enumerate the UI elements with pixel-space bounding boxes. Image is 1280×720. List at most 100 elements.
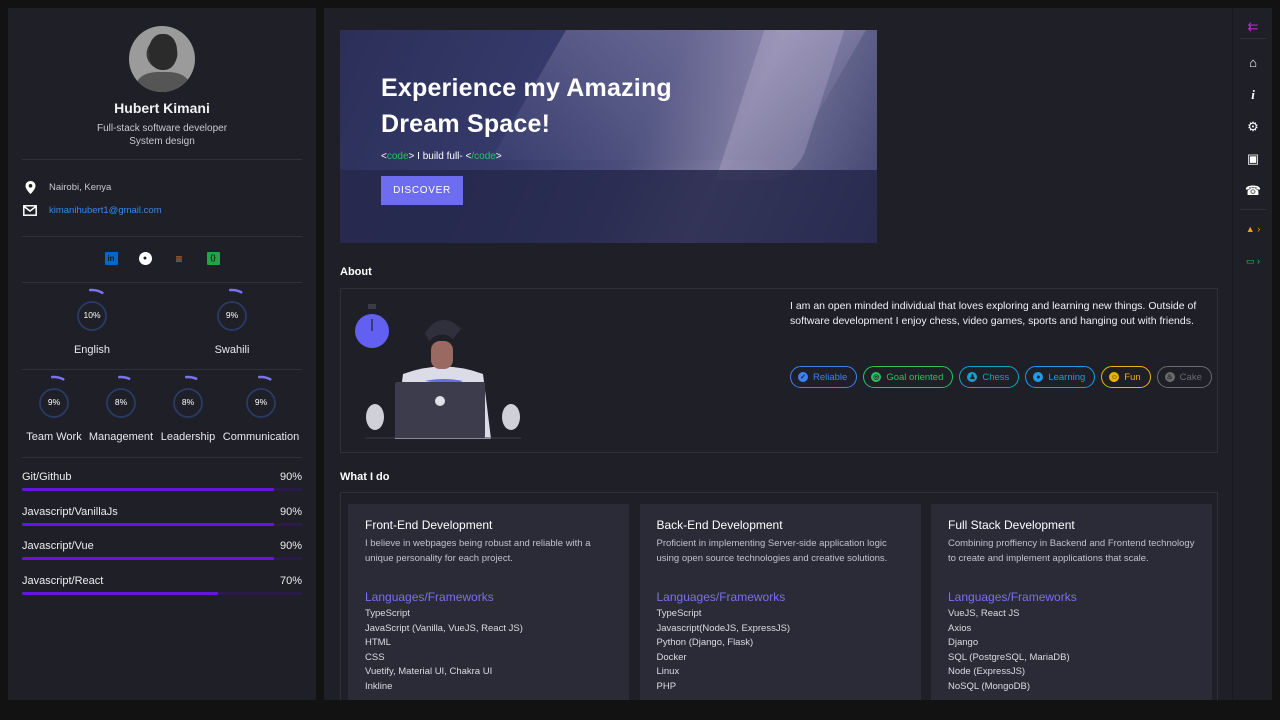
email-link[interactable]: kimanihubert1@gmail.com — [49, 205, 162, 216]
progress-ring: 9% — [210, 288, 254, 332]
skill-ring-swahili: 9% Swahili — [182, 288, 282, 356]
progress-bar-fill — [22, 488, 274, 491]
codepen-icon[interactable]: {} — [206, 252, 220, 265]
info-nav-button[interactable]: i — [1233, 86, 1273, 104]
progress-ring: 9% — [32, 375, 76, 419]
divider — [22, 369, 302, 370]
skill-bar-row: Git/Github 90% — [22, 471, 302, 491]
tech-list-item: VueJS, React JS — [948, 608, 1020, 619]
linkedin-icon[interactable]: in — [104, 252, 118, 265]
tech-list-item: TypeScript — [656, 608, 702, 619]
discover-button[interactable]: DISCOVER — [381, 176, 463, 205]
tech-list-item: Python (Django, Flask) — [656, 637, 754, 649]
skill-ring-communication: 9% Communication — [211, 375, 311, 443]
chip-chess[interactable]: ♟ Chess — [959, 366, 1020, 388]
gear-nav-button[interactable]: ⚙ — [1233, 118, 1273, 136]
chip-goal-oriented[interactable]: ◎ Goal oriented — [863, 366, 954, 388]
phone-icon: ☎ — [1244, 183, 1262, 198]
ring-percent: 8% — [114, 397, 128, 407]
tech-list-item: Javascript(NodeJS, ExpressJS) — [656, 622, 791, 634]
collapse-menu-nav-button[interactable]: ⇇ — [1233, 18, 1273, 36]
money-nav-button[interactable]: ▭ › — [1233, 252, 1273, 270]
skill-bar-row: Javascript/Vue 90% — [22, 540, 302, 561]
progress-ring: 8% — [99, 375, 143, 419]
skill-name: Git/Github — [22, 471, 72, 483]
tech-list-item: PHP — [656, 680, 677, 692]
tech-list-item: Axios — [948, 622, 972, 634]
skill-bar-row: Javascript/React 70% — [22, 575, 302, 596]
user-nav-button[interactable]: ▲ › — [1233, 220, 1273, 238]
typewriter-text: <code> I build full- </code> — [381, 151, 502, 162]
progress-bar — [22, 557, 302, 561]
stackoverflow-icon[interactable]: ≡ — [173, 252, 186, 266]
profile-role: Full-stack software developer — [96, 123, 228, 134]
tech-list-item: JavaScript (Vanilla, VueJS, React JS) — [365, 622, 523, 634]
progress-bar-fill — [22, 522, 274, 526]
card-description: Proficient in implementing Server-side a… — [656, 538, 888, 564]
divider — [22, 159, 302, 160]
phone-nav-button[interactable]: ☎ — [1233, 182, 1273, 200]
profile-sidebar: Hubert Kimani Full-stack software develo… — [8, 8, 316, 700]
chip-reliable[interactable]: ✓ Reliable — [790, 366, 858, 388]
avatar — [129, 26, 195, 92]
chip-fun[interactable]: ☺ Fun — [1101, 366, 1151, 388]
chip-label: Reliable — [813, 371, 848, 383]
chip-cake[interactable]: ♨ Cake — [1156, 366, 1212, 388]
skill-ring-english: 10% English — [42, 288, 142, 356]
ring-label: Communication — [222, 431, 300, 443]
skill-percent: 90% — [279, 540, 302, 553]
service-card: Back-End Development Proficient in implem… — [639, 504, 921, 704]
github-icon[interactable]: ● — [138, 252, 152, 265]
skill-bar-header: Javascript/Vue 90% — [22, 540, 302, 552]
lightbulb-icon: ● — [1033, 372, 1044, 382]
tech-list-item: Vuetify, Material UI, Chakra UI — [365, 666, 493, 678]
progress-bar — [22, 488, 302, 491]
tech-list-item: Inkline — [365, 680, 393, 692]
hero-banner: Experience my Amazing Dream Space! <code… — [340, 30, 877, 243]
services-section: Front-End Development I believe in webpag… — [340, 492, 1218, 704]
hero-title: Experience my Amazing Dream Space! — [381, 70, 672, 142]
card-list-title: Languages/Frameworks — [365, 590, 494, 604]
chip-learning[interactable]: ● Learning — [1025, 366, 1096, 388]
ring-label: English — [73, 344, 111, 356]
progress-ring: 10% — [70, 288, 114, 332]
chip-label: Learning — [1048, 371, 1086, 383]
skill-percent: 90% — [279, 471, 302, 483]
briefcase-nav-button[interactable]: ▣ — [1233, 150, 1273, 168]
skill-percent: 90% — [279, 505, 302, 518]
tech-list: TypeScript Javascript(NodeJS, ExpressJS) P… — [657, 607, 904, 695]
skill-name: Javascript/VanillaJs — [22, 505, 118, 518]
card-title: Front-End Development — [365, 518, 493, 532]
home-icon: ⌂ — [1249, 54, 1257, 70]
tech-list-item: SQL (PostgreSQL, MariaDB) — [948, 651, 1070, 663]
rail-divider — [1240, 209, 1266, 210]
page: Hubert Kimani Full-stack software develo… — [0, 0, 1280, 720]
location-text: Nairobi, Kenya — [49, 181, 112, 193]
ring-percent: 9% — [225, 310, 239, 320]
skill-bar-header: Git/Github 90% — [22, 471, 302, 483]
progress-bar — [22, 522, 302, 526]
cake-icon: ♨ — [1164, 372, 1175, 382]
tech-list-item: NoSQL (MongoDB) — [948, 680, 1031, 692]
divider — [22, 282, 302, 283]
home-nav-button[interactable]: ⌂ — [1233, 53, 1273, 71]
skill-name: Javascript/React — [22, 575, 104, 588]
chip-label: Goal oriented — [886, 371, 944, 383]
service-card: Front-End Development I believe in webpag… — [348, 504, 629, 704]
money-icon: ▭ › — [1245, 255, 1260, 266]
skill-bar-header: Javascript/React 70% — [22, 575, 302, 587]
hero-title-line1: Experience my Amazing — [381, 74, 672, 102]
tech-list: TypeScript JavaScript (Vanilla, VueJS, Re… — [365, 607, 612, 695]
verified-icon: ✓ — [798, 372, 808, 382]
card-title: Full Stack Development — [948, 518, 1075, 532]
developer-illustration — [355, 304, 521, 439]
ring-percent: 8% — [181, 397, 195, 407]
info-icon: i — [1251, 87, 1255, 102]
about-text: I am an open minded individual that love… — [790, 300, 1197, 327]
skill-bar-header: Javascript/VanillaJs 90% — [22, 506, 302, 518]
briefcase-icon: ▣ — [1246, 151, 1260, 166]
chess-icon: ♟ — [967, 372, 978, 382]
profile-subtitle: Full-stack software developer System des… — [8, 122, 316, 148]
hero-title-line2: Dream Space! — [381, 110, 551, 138]
tech-list-item: HTML — [365, 637, 391, 649]
